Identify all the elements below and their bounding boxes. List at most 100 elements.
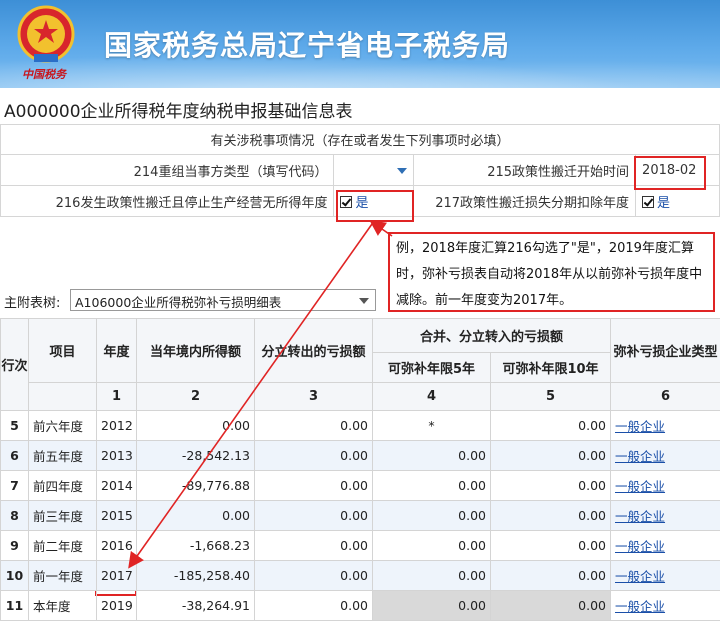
row216-value: 是 [355, 195, 369, 211]
income-cell[interactable]: -38,264.91 [136, 590, 255, 621]
col-num: 4 [372, 382, 491, 411]
year-cell: 2013 [96, 440, 137, 471]
split-out-cell[interactable]: 0.00 [254, 560, 373, 591]
merge-5y-cell[interactable]: 0.00 [372, 530, 491, 561]
split-out-cell[interactable]: 0.00 [254, 590, 373, 621]
table-row: 9 前二年度 2016 -1,668.23 0.00 0.00 0.00 一般企业 [0, 530, 720, 561]
col-num [28, 382, 97, 411]
income-cell[interactable]: 0.00 [136, 410, 255, 441]
col-num: 6 [610, 382, 720, 411]
sub-table-selected: A106000企业所得税弥补亏损明细表 [75, 295, 282, 310]
enterprise-type-cell[interactable]: 一般企业 [610, 500, 720, 531]
item-cell: 前一年度 [28, 560, 97, 591]
merge-5y-cell[interactable]: 0.00 [372, 560, 491, 591]
row215-label: 215政策性搬迁开始时间 [413, 154, 637, 186]
header-item: 项目 [28, 318, 97, 383]
item-cell: 本年度 [28, 590, 97, 621]
header-merge-5y: 可弥补年限5年 [372, 352, 491, 383]
merge-5y-cell[interactable]: 0.00 [372, 440, 491, 471]
item-cell: 前四年度 [28, 470, 97, 501]
checkbox-checked-icon [642, 195, 655, 208]
split-out-cell[interactable]: 0.00 [254, 470, 373, 501]
merge-5y-cell[interactable]: 0.00 [372, 500, 491, 531]
chevron-down-icon [359, 298, 369, 304]
site-banner: 中国税务 国家税务总局辽宁省电子税务局 [0, 0, 720, 88]
enterprise-type-cell[interactable]: 一般企业 [610, 470, 720, 501]
split-out-cell[interactable]: 0.00 [254, 500, 373, 531]
enterprise-type-cell[interactable]: 一般企业 [610, 560, 720, 591]
header-merge-in: 合并、分立转入的亏损额 [371, 318, 612, 353]
year-cell: 2019 [96, 590, 137, 621]
enterprise-type-cell[interactable]: 一般企业 [610, 590, 720, 621]
row-number: 5 [0, 410, 29, 441]
row214-dropdown[interactable] [333, 154, 415, 186]
merge-10y-cell[interactable]: 0.00 [489, 590, 612, 621]
sub-table-bar: 主附表树: A106000企业所得税弥补亏损明细表 [0, 286, 386, 314]
enterprise-type-cell[interactable]: 一般企业 [610, 440, 720, 471]
merge-10y-cell[interactable]: 0.00 [489, 530, 612, 561]
chevron-down-icon [397, 168, 408, 174]
row-number: 6 [0, 440, 29, 471]
header-income: 当年境内所得额 [136, 318, 255, 383]
enterprise-type-link[interactable]: 一般企业 [615, 569, 665, 584]
row214-label: 214重组当事方类型（填写代码） [0, 154, 335, 186]
enterprise-type-link[interactable]: 一般企业 [615, 509, 665, 524]
site-title: 国家税务总局辽宁省电子税务局 [104, 29, 511, 62]
enterprise-type-link[interactable]: 一般企业 [615, 599, 665, 614]
income-cell[interactable]: -28,542.13 [136, 440, 255, 471]
year-cell: 2017 [96, 560, 137, 591]
checkbox-checked-icon [340, 195, 353, 208]
year-cell: 2014 [96, 470, 137, 501]
year-cell: 2012 [96, 410, 137, 441]
item-cell: 前三年度 [28, 500, 97, 531]
col-num: 2 [136, 382, 255, 411]
header-enterprise-type: 弥补亏损企业类型 [610, 318, 720, 383]
income-cell[interactable]: -185,258.40 [136, 560, 255, 591]
row-number: 10 [0, 560, 29, 591]
merge-10y-cell[interactable]: 0.00 [489, 500, 612, 531]
split-out-cell[interactable]: 0.00 [254, 530, 373, 561]
income-cell[interactable]: 0.00 [136, 500, 255, 531]
annotation-box: 例，2018年度汇算216勾选了"是"，2019年度汇算时，弥补亏损表自动将20… [388, 232, 715, 312]
col-num: 3 [254, 382, 373, 411]
merge-5y-cell[interactable]: 0.00 [372, 590, 491, 621]
merge-10y-cell[interactable]: 0.00 [489, 440, 612, 471]
table-row: 8 前三年度 2015 0.00 0.00 0.00 0.00 一般企业 [0, 500, 720, 531]
table-row: 6 前五年度 2013 -28,542.13 0.00 0.00 0.00 一般企业 [0, 440, 720, 471]
enterprise-type-cell[interactable]: 一般企业 [610, 530, 720, 561]
enterprise-type-link[interactable]: 一般企业 [615, 419, 665, 434]
row216-checkbox[interactable]: 是 [333, 185, 415, 217]
enterprise-type-link[interactable]: 一般企业 [615, 479, 665, 494]
enterprise-type-link[interactable]: 一般企业 [615, 539, 665, 554]
form-title: A000000企业所得税年度纳税申报基础信息表 [4, 102, 353, 122]
section-header: 有关涉税事项情况（存在或者发生下列事项时必填） [0, 124, 720, 155]
tax-emblem-icon [17, 5, 75, 63]
row217-value: 是 [657, 195, 671, 211]
year-cell: 2016 [96, 530, 137, 561]
merge-5y-cell[interactable]: * [372, 410, 491, 441]
row216-label: 216发生政策性搬迁且停止生产经营无所得年度 [0, 185, 335, 217]
merge-10y-cell[interactable]: 0.00 [489, 470, 612, 501]
income-cell[interactable]: -1,668.23 [136, 530, 255, 561]
enterprise-type-link[interactable]: 一般企业 [615, 449, 665, 464]
split-out-cell[interactable]: 0.00 [254, 440, 373, 471]
enterprise-type-cell[interactable]: 一般企业 [610, 410, 720, 441]
table-row: 7 前四年度 2014 -89,776.88 0.00 0.00 0.00 一般企业 [0, 470, 720, 501]
merge-10y-cell[interactable]: 0.00 [489, 560, 612, 591]
merge-10y-cell[interactable]: 0.00 [489, 410, 612, 441]
year-cell: 2015 [96, 500, 137, 531]
row215-input[interactable]: 2018-02 [635, 154, 720, 186]
sub-table-select[interactable]: A106000企业所得税弥补亏损明细表 [70, 289, 376, 311]
header-row-no: 行次 [0, 318, 29, 411]
row217-label: 217政策性搬迁损失分期扣除年度 [413, 185, 637, 217]
row-number: 11 [0, 590, 29, 621]
col-num: 5 [489, 382, 612, 411]
col-num: 1 [96, 382, 137, 411]
header-year: 年度 [96, 318, 137, 383]
income-cell[interactable]: -89,776.88 [136, 470, 255, 501]
row217-checkbox[interactable]: 是 [635, 185, 720, 217]
loss-compensation-table: 行次 项目 年度 当年境内所得额 分立转出的亏损额 合并、分立转入的亏损额 弥补… [0, 318, 720, 621]
row-number: 7 [0, 470, 29, 501]
merge-5y-cell[interactable]: 0.00 [372, 470, 491, 501]
split-out-cell[interactable]: 0.00 [254, 410, 373, 441]
